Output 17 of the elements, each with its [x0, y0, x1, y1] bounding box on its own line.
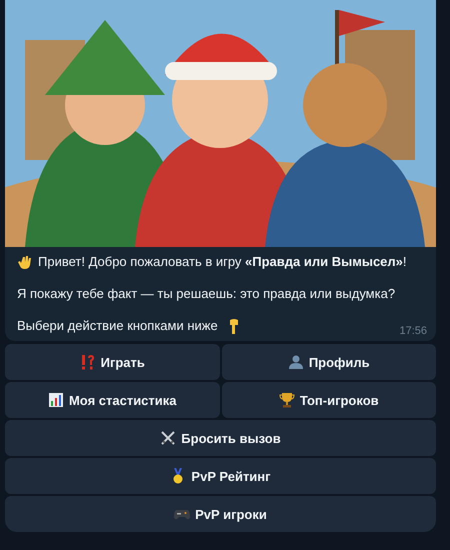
keyboard-button[interactable]: Профиль — [222, 344, 436, 380]
keyboard-button[interactable]: Моя стастистика — [5, 382, 220, 418]
keyboard-button[interactable]: Топ-игроков — [222, 382, 436, 418]
keyboard-button[interactable]: Бросить вызов — [5, 420, 436, 456]
keyboard-button[interactable]: Играть — [5, 344, 220, 380]
crossed-swords-icon — [160, 430, 176, 446]
message-text: Привет! Добро пожаловать в игру «Правда или Вымысел»! — [38, 253, 407, 271]
trophy-icon — [278, 392, 295, 408]
message-text: Выбери действие кнопками ниже — [17, 317, 218, 335]
message-time: 17:56 — [399, 325, 427, 337]
exclamation-icon — [80, 354, 96, 370]
keyboard-button[interactable]: PvP Рейтинг — [5, 458, 436, 494]
person-icon — [288, 354, 304, 370]
bar-chart-icon — [48, 392, 64, 408]
waving-hand-icon — [17, 254, 33, 270]
keyboard-button[interactable]: PvP игроки — [5, 496, 436, 532]
message-text: Я покажу тебе факт — ты решаешь: это правда или выдумка? — [17, 285, 396, 303]
